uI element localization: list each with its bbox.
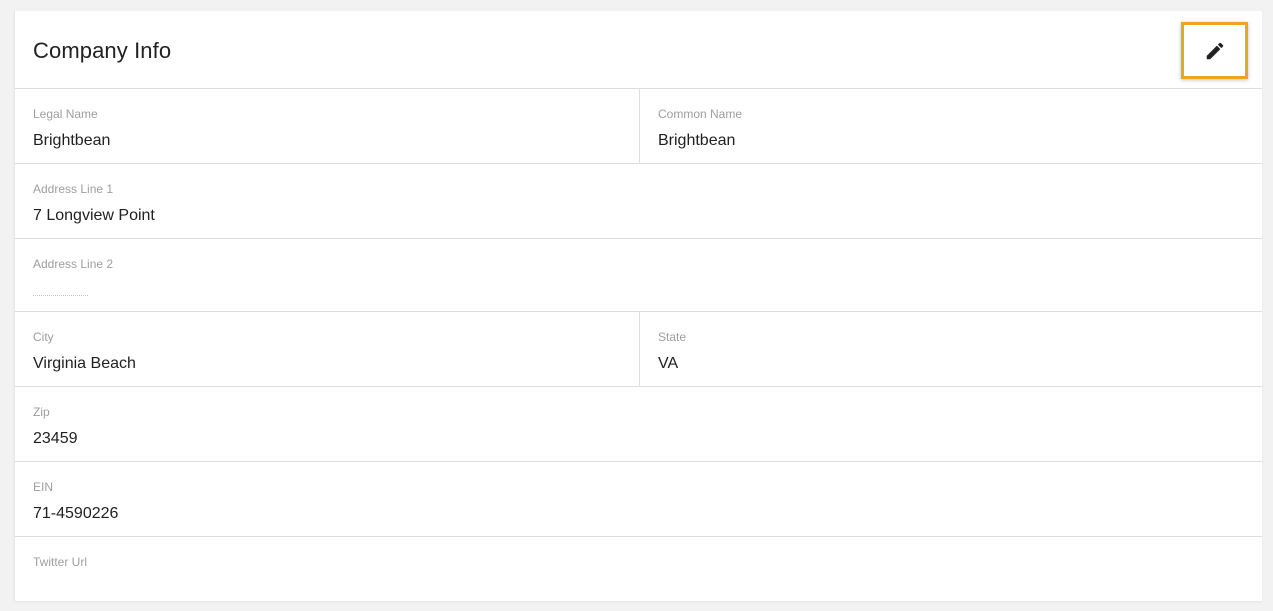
twitter-url-label: Twitter Url: [33, 555, 87, 569]
ein-value: 71-4590226: [33, 505, 119, 522]
address-line-2-row: Address Line 2: [15, 239, 1262, 312]
twitter-url-field: Twitter Url: [15, 537, 1262, 611]
zip-row: Zip 23459: [15, 387, 1262, 462]
state-field: State VA: [639, 312, 1262, 386]
address-line-1-field: Address Line 1 7 Longview Point: [15, 164, 1262, 238]
card-header: Company Info: [15, 11, 1262, 89]
page-title: Company Info: [33, 38, 172, 63]
legal-name-field: Legal Name Brightbean: [15, 89, 639, 163]
state-label: State: [658, 330, 687, 344]
ein-label: EIN: [33, 480, 54, 494]
ein-row: EIN 71-4590226: [15, 462, 1262, 537]
pencil-icon: [1206, 42, 1223, 59]
edit-button[interactable]: [1181, 22, 1248, 79]
address-line-2-field: Address Line 2: [15, 239, 1262, 311]
city-field: City Virginia Beach: [15, 312, 639, 386]
address-line-1-value: 7 Longview Point: [33, 207, 155, 224]
common-name-label: Common Name: [658, 107, 743, 121]
company-info-card: Company Info Legal Name Brightbean Commo…: [14, 11, 1262, 601]
name-row: Legal Name Brightbean Common Name Bright…: [15, 89, 1262, 164]
common-name-value: Brightbean: [658, 132, 736, 149]
state-value: VA: [658, 355, 679, 372]
address-line-1-label: Address Line 1: [33, 182, 114, 196]
address-line-1-row: Address Line 1 7 Longview Point: [15, 164, 1262, 239]
ein-field: EIN 71-4590226: [15, 462, 1262, 536]
twitter-url-row: Twitter Url: [15, 537, 1262, 611]
city-value: Virginia Beach: [33, 355, 136, 372]
city-label: City: [33, 330, 54, 344]
zip-field: Zip 23459: [15, 387, 1262, 461]
common-name-field: Common Name Brightbean: [639, 89, 1262, 163]
zip-label: Zip: [33, 405, 50, 419]
address-line-2-label: Address Line 2: [33, 257, 114, 271]
empty-value-placeholder: [33, 295, 88, 296]
zip-value: 23459: [33, 430, 78, 447]
city-state-row: City Virginia Beach State VA: [15, 312, 1262, 387]
legal-name-value: Brightbean: [33, 132, 111, 149]
legal-name-label: Legal Name: [33, 107, 98, 121]
